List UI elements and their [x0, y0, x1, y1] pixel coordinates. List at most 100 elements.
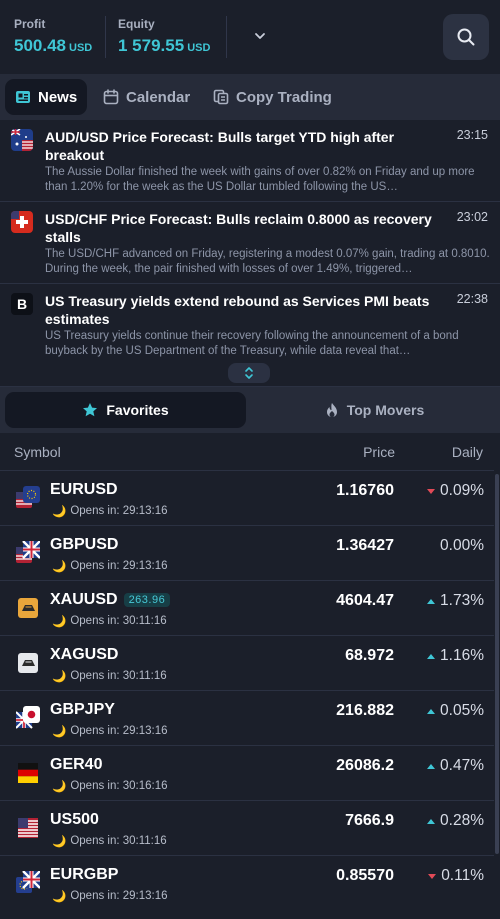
moon-icon: 🌙 — [52, 561, 67, 573]
instrument-symbol: GBPUSD — [50, 536, 119, 553]
instrument-price: 0.85570 — [336, 867, 394, 884]
tab-news-label: News — [38, 88, 78, 106]
market-opens-time: Opens in: 30:16:16 — [70, 780, 168, 792]
content-tabs: News Calendar Copy Trading — [0, 74, 500, 120]
instrument-row[interactable]: EURGBP 🌙 Opens in: 29:13:16 0.85570 0.11% — [0, 855, 494, 910]
instrument-row[interactable]: US500 🌙 Opens in: 30:11:16 7666.9 0.28% — [0, 800, 494, 855]
instrument-symbol: US500 — [50, 811, 99, 828]
instrument-symbol: XAGUSD — [50, 646, 119, 663]
instrument-price: 1.16760 — [336, 482, 394, 499]
flame-icon — [326, 403, 337, 417]
news-title: US Treasury yields extend rebound as Ser… — [45, 293, 430, 327]
trend-down-icon — [428, 873, 437, 879]
instrument-price: 216.882 — [336, 702, 394, 719]
trend-up-icon — [427, 708, 436, 714]
silver-bar-icon — [18, 653, 38, 673]
market-opens-time: Opens in: 30:11:16 — [70, 835, 167, 847]
daily-change: 1.73% — [440, 592, 484, 609]
tab-copy-trading[interactable]: Copy Trading — [203, 79, 342, 115]
daily-change: 0.47% — [440, 757, 484, 774]
news-time: 22:38 — [456, 292, 488, 306]
table-header: Symbol Price Daily — [0, 433, 500, 470]
news-time: 23:02 — [456, 210, 488, 224]
news-time: 23:15 — [456, 128, 488, 142]
scrollbar-thumb[interactable] — [495, 474, 499, 854]
instrument-price: 26086.2 — [336, 757, 394, 774]
instrument-row[interactable]: XAGUSD 🌙 Opens in: 30:11:16 68.972 1.16% — [0, 635, 494, 690]
news-item[interactable]: B US Treasury yields extend rebound as S… — [0, 284, 500, 360]
watchlist-segment: Favorites Top Movers — [0, 387, 500, 433]
copy-trading-icon — [213, 89, 229, 105]
germany-flag-icon — [18, 763, 38, 783]
news-title: USD/CHF Price Forecast: Bulls reclaim 0.… — [45, 211, 432, 245]
moon-icon: 🌙 — [52, 836, 67, 848]
instrument-price: 7666.9 — [345, 812, 394, 829]
news-item[interactable]: USD/CHF Price Forecast: Bulls reclaim 0.… — [0, 202, 500, 284]
usd-chf-flag-icon — [11, 211, 33, 233]
list-scrollbar[interactable] — [494, 470, 500, 919]
chevron-up-down-icon — [245, 367, 253, 379]
trend-up-icon — [427, 818, 436, 824]
instrument-row[interactable]: GBPJPY 🌙 Opens in: 29:13:16 216.882 0.05% — [0, 690, 494, 745]
eur-usd-flag-icon — [16, 486, 40, 508]
news-summary: The Aussie Dollar finished the week with… — [45, 166, 475, 193]
star-icon — [83, 403, 98, 417]
instrument-price: 1.36427 — [336, 537, 394, 554]
tab-favorites-label: Favorites — [106, 402, 169, 418]
market-opens-time: Opens in: 30:11:16 — [70, 670, 167, 682]
tab-news[interactable]: News — [5, 79, 88, 115]
metric-separator — [226, 16, 227, 58]
moon-icon: 🌙 — [52, 891, 67, 903]
moon-icon: 🌙 — [52, 726, 67, 738]
instrument-symbol: EURGBP — [50, 866, 119, 883]
instrument-symbol: GER40 — [50, 756, 103, 773]
newspaper-icon — [16, 91, 30, 103]
daily-change: 0.05% — [440, 702, 484, 719]
account-dropdown-button[interactable] — [246, 22, 274, 50]
market-opens-time: Opens in: 29:13:16 — [70, 560, 168, 572]
spread-badge: 263.96 — [123, 593, 171, 607]
equity-metric: Equity 1 579.55 USD — [118, 17, 210, 56]
expand-collapse-handle[interactable] — [228, 363, 270, 383]
column-symbol[interactable]: Symbol — [14, 444, 61, 460]
tab-top-movers[interactable]: Top Movers — [254, 392, 495, 428]
moon-icon: 🌙 — [52, 506, 67, 518]
tab-calendar-label: Calendar — [126, 88, 191, 106]
usa-flag-icon — [18, 818, 38, 838]
news-summary: The USD/CHF advanced on Friday, register… — [45, 248, 490, 275]
daily-change: 1.16% — [440, 647, 484, 664]
news-summary: US Treasury yields continue their recove… — [45, 330, 459, 357]
news-title: AUD/USD Price Forecast: Bulls target YTD… — [45, 129, 395, 163]
search-button[interactable] — [443, 14, 489, 60]
news-list: AUD/USD Price Forecast: Bulls target YTD… — [0, 120, 500, 360]
trend-down-icon — [427, 488, 436, 494]
trend-up-icon — [427, 763, 436, 769]
profit-currency: USD — [69, 42, 93, 54]
aud-usd-flag-icon — [11, 129, 33, 151]
equity-value: 1 579.55 — [118, 36, 185, 55]
news-item[interactable]: AUD/USD Price Forecast: Bulls target YTD… — [0, 120, 500, 202]
instrument-price: 68.972 — [345, 647, 394, 664]
column-daily[interactable]: Daily — [452, 444, 483, 460]
instrument-row[interactable]: GER40 🌙 Opens in: 30:16:16 26086.2 0.47% — [0, 745, 494, 800]
instrument-row[interactable]: GBPUSD 🌙 Opens in: 29:13:16 1.36427 0.00% — [0, 525, 494, 580]
instrument-price: 4604.47 — [336, 592, 394, 609]
tab-calendar[interactable]: Calendar — [93, 79, 200, 115]
equity-currency: USD — [187, 42, 211, 54]
tab-copy-trading-label: Copy Trading — [236, 88, 332, 106]
tab-favorites[interactable]: Favorites — [5, 392, 246, 428]
profit-metric: Profit 500.48 USD — [14, 17, 92, 56]
daily-change: 0.09% — [440, 482, 484, 499]
instrument-symbol: GBPJPY — [50, 701, 115, 718]
instrument-row[interactable]: XAUUSD 263.96 🌙 Opens in: 30:11:16 4604.47… — [0, 580, 494, 635]
market-opens-time: Opens in: 29:13:16 — [70, 505, 168, 517]
market-opens-time: Opens in: 29:13:16 — [70, 890, 168, 902]
column-price[interactable]: Price — [363, 444, 395, 460]
instrument-list: EURUSD 🌙 Opens in: 29:13:16 1.16760 0.09%… — [0, 470, 494, 919]
daily-change: 0.28% — [440, 812, 484, 829]
instrument-symbol: XAUUSD — [50, 591, 118, 608]
instrument-row[interactable]: EURUSD 🌙 Opens in: 29:13:16 1.16760 0.09% — [0, 470, 494, 525]
instrument-symbol: EURUSD — [50, 481, 118, 498]
moon-icon: 🌙 — [52, 671, 67, 683]
trend-up-icon — [427, 598, 436, 604]
